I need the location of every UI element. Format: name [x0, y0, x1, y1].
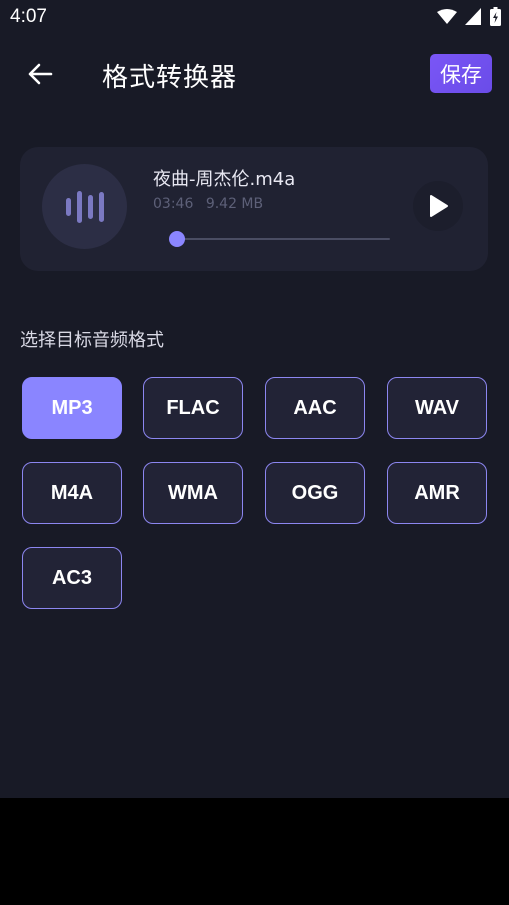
app-screen: 4:07 格式转换器 保存 夜曲-周杰伦.m4a 03:46 9.42 MB 选… — [0, 0, 509, 798]
file-name: 夜曲-周杰伦.m4a — [153, 169, 296, 190]
format-option-mp3[interactable]: MP3 — [22, 377, 122, 439]
format-option-m4a[interactable]: M4A — [22, 462, 122, 524]
format-option-wma[interactable]: WMA — [143, 462, 243, 524]
format-option-amr[interactable]: AMR — [387, 462, 487, 524]
format-option-flac[interactable]: FLAC — [143, 377, 243, 439]
play-button[interactable] — [413, 181, 463, 231]
format-option-ac3[interactable]: AC3 — [22, 547, 122, 609]
progress-thumb[interactable] — [169, 231, 185, 247]
page-title: 格式转换器 — [102, 63, 238, 93]
format-option-ogg[interactable]: OGG — [265, 462, 365, 524]
file-duration: 03:46 — [153, 196, 194, 212]
battery-icon — [490, 7, 501, 26]
app-bar: 格式转换器 保存 — [0, 40, 509, 108]
arrow-left-icon — [28, 63, 53, 85]
back-button[interactable] — [22, 56, 58, 92]
status-time: 4:07 — [10, 6, 47, 27]
play-icon — [430, 195, 448, 217]
signal-icon — [465, 8, 481, 25]
format-section-label: 选择目标音频格式 — [20, 330, 164, 351]
wifi-icon — [437, 8, 457, 24]
save-button[interactable]: 保存 — [430, 54, 492, 93]
format-option-wav[interactable]: WAV — [387, 377, 487, 439]
status-bar: 4:07 — [0, 0, 509, 34]
audio-card: 夜曲-周杰伦.m4a 03:46 9.42 MB — [20, 147, 488, 271]
navigation-bar — [0, 798, 509, 905]
audio-waveform-icon — [42, 164, 127, 249]
status-icons — [437, 7, 501, 26]
format-option-aac[interactable]: AAC — [265, 377, 365, 439]
file-meta: 03:46 9.42 MB — [153, 196, 271, 212]
progress-track[interactable] — [177, 238, 390, 240]
file-size: 9.42 MB — [205, 196, 264, 212]
